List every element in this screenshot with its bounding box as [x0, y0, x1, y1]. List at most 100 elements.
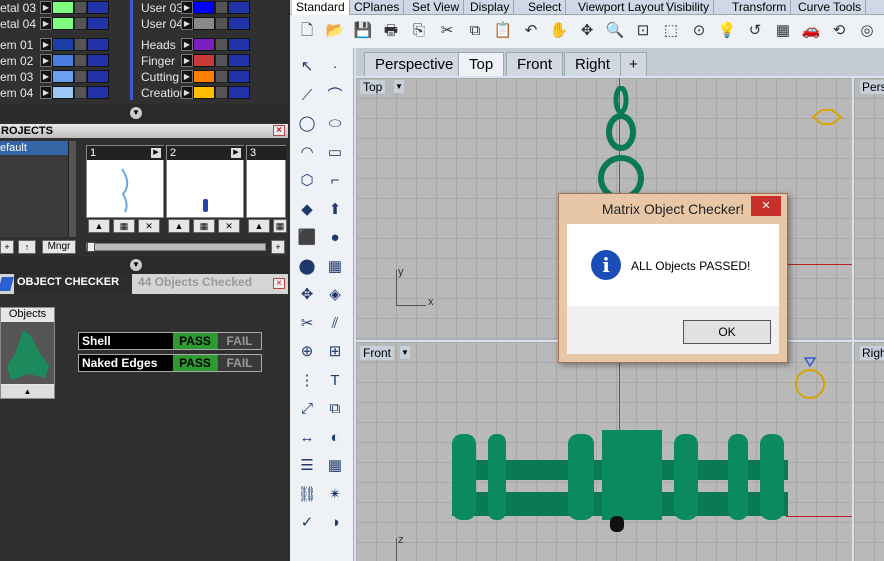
zoom-in-icon[interactable]: + — [271, 240, 285, 254]
lock-icon[interactable] — [74, 54, 87, 67]
split-icon[interactable]: ⫽ — [324, 313, 346, 335]
splitter[interactable]: ▼ — [0, 104, 288, 122]
gumball-icon[interactable]: ⊞ — [324, 341, 346, 363]
thumbnail-1[interactable]: 1 ▶ — [86, 145, 165, 218]
select-icon[interactable]: ↖ — [296, 56, 318, 78]
up-icon[interactable]: ▲ — [168, 219, 190, 233]
delete-icon[interactable]: ✕ — [218, 219, 240, 233]
sphere-icon[interactable]: ● — [324, 227, 346, 249]
play-icon[interactable]: ▶ — [40, 70, 52, 83]
zoom-icon[interactable]: 🔍 — [604, 20, 626, 42]
play-icon[interactable]: ▶ — [231, 148, 241, 158]
copy-icon[interactable]: ⧉ — [464, 20, 486, 42]
play-icon[interactable]: ▶ — [181, 86, 193, 99]
render-icon[interactable]: ◐ — [324, 427, 346, 449]
visibility-icon[interactable] — [87, 17, 109, 30]
layer-row[interactable]: em 04 ▶ — [0, 85, 109, 100]
zoom-selected-icon[interactable]: ⊙ — [688, 20, 710, 42]
list-item[interactable]: efault — [0, 141, 68, 155]
chevron-down-icon[interactable]: ▼ — [130, 107, 142, 119]
viewport-front[interactable]: Front ▼ z — [356, 342, 852, 561]
visibility-icon[interactable] — [228, 86, 250, 99]
layer-color-swatch[interactable] — [52, 38, 74, 51]
play-icon[interactable]: ▶ — [40, 54, 52, 67]
play-icon[interactable]: ▶ — [181, 38, 193, 51]
visibility-icon[interactable] — [228, 17, 250, 30]
close-icon[interactable]: × — [273, 278, 285, 289]
toolbar-tab[interactable]: Standard — [292, 0, 350, 15]
cut-icon[interactable]: ✂ — [436, 20, 458, 42]
layer-row[interactable]: Cutting ▶ — [141, 69, 250, 84]
layer-color-swatch[interactable] — [193, 38, 215, 51]
point-icon[interactable]: · — [324, 56, 346, 78]
polyline-icon[interactable]: ⟋ — [296, 85, 318, 107]
layer-color-swatch[interactable] — [193, 86, 215, 99]
layer-row[interactable]: Finger ▶ — [141, 53, 250, 68]
mesh-icon[interactable]: ▦ — [324, 256, 346, 278]
close-button[interactable]: × — [751, 196, 781, 216]
layer-color-swatch[interactable] — [193, 1, 215, 14]
chevron-down-icon[interactable]: ▼ — [130, 259, 142, 271]
layer-row[interactable]: Heads ▶ — [141, 37, 250, 52]
manager-button[interactable]: Mngr — [42, 240, 76, 254]
paste-icon[interactable]: 📋 — [492, 20, 514, 42]
lock-icon[interactable] — [74, 70, 87, 83]
objects-tab[interactable]: Objects — [1, 308, 54, 321]
circle-icon[interactable]: ◯ — [296, 113, 318, 135]
rotate-view-icon[interactable]: ✥ — [576, 20, 598, 42]
up-arrow-icon[interactable]: ↑ — [18, 240, 36, 254]
play-icon[interactable]: ▶ — [181, 54, 193, 67]
shade-icon[interactable]: ◑ — [324, 512, 346, 534]
delete-icon[interactable]: ✕ — [138, 219, 160, 233]
visibility-icon[interactable] — [228, 38, 250, 51]
light-icon[interactable]: 💡 — [716, 20, 738, 42]
toolbar-tab[interactable]: Curve Tools — [794, 0, 867, 15]
thumbnail-2[interactable]: 2 ▶ — [166, 145, 245, 218]
visibility-icon[interactable] — [228, 54, 250, 67]
save-icon[interactable]: ▦ — [193, 219, 215, 233]
pan-hand-icon[interactable]: ✋ — [548, 20, 570, 42]
lock-icon[interactable] — [215, 1, 228, 14]
lock-icon[interactable] — [74, 38, 87, 51]
grid-icon[interactable]: ▦ — [772, 20, 794, 42]
viewport-label[interactable]: Front — [360, 346, 395, 360]
open-icon[interactable]: 📂 — [324, 20, 346, 42]
lock-icon[interactable] — [215, 38, 228, 51]
toolbar-tab[interactable]: Set View — [408, 0, 465, 15]
boolean-icon[interactable]: ⊕ — [296, 341, 318, 363]
trim-icon[interactable]: ✂ — [296, 313, 318, 335]
layer-row[interactable]: etal 03 ▶ — [0, 0, 109, 15]
layer-row[interactable]: em 03 ▶ — [0, 69, 109, 84]
layer-color-swatch[interactable] — [193, 54, 215, 67]
undo-view-icon[interactable]: ↺ — [744, 20, 766, 42]
play-icon[interactable]: ▶ — [151, 148, 161, 158]
play-icon[interactable]: ▶ — [40, 1, 52, 14]
undo-icon[interactable]: ↶ — [520, 20, 542, 42]
viewport-label[interactable]: Top — [360, 80, 386, 94]
chevron-down-icon[interactable]: ▼ — [394, 80, 404, 93]
lock-icon[interactable] — [215, 70, 228, 83]
lock-icon[interactable] — [215, 86, 228, 99]
save-icon[interactable]: ▦ — [113, 219, 135, 233]
lock-icon[interactable] — [74, 17, 87, 30]
lock-icon[interactable] — [74, 86, 87, 99]
visibility-icon[interactable] — [228, 1, 250, 14]
play-icon[interactable]: ▶ — [181, 17, 193, 30]
visibility-icon[interactable] — [87, 54, 109, 67]
splitter[interactable]: ▼ — [0, 256, 288, 274]
fillet-icon[interactable]: ⌐ — [324, 170, 346, 192]
transform-icon[interactable]: ⤢ — [296, 398, 318, 420]
layer-color-swatch[interactable] — [52, 86, 74, 99]
lock-icon[interactable] — [74, 1, 87, 14]
layer-color-swatch[interactable] — [193, 17, 215, 30]
layer-row[interactable]: etal 04 ▶ — [0, 16, 109, 31]
visibility-icon[interactable] — [87, 86, 109, 99]
add-icon[interactable]: + — [0, 240, 14, 254]
array-icon[interactable]: ⋮ — [296, 370, 318, 392]
thumbnail-3[interactable]: 3 — [246, 145, 287, 218]
layer-icon[interactable]: ☰ — [296, 455, 318, 477]
cylinder-icon[interactable]: ⬤ — [296, 256, 318, 278]
up-icon[interactable]: ▲ — [88, 219, 110, 233]
toolbar-tab[interactable]: Visibility — [662, 0, 715, 15]
snap-icon[interactable]: ◈ — [324, 284, 346, 306]
